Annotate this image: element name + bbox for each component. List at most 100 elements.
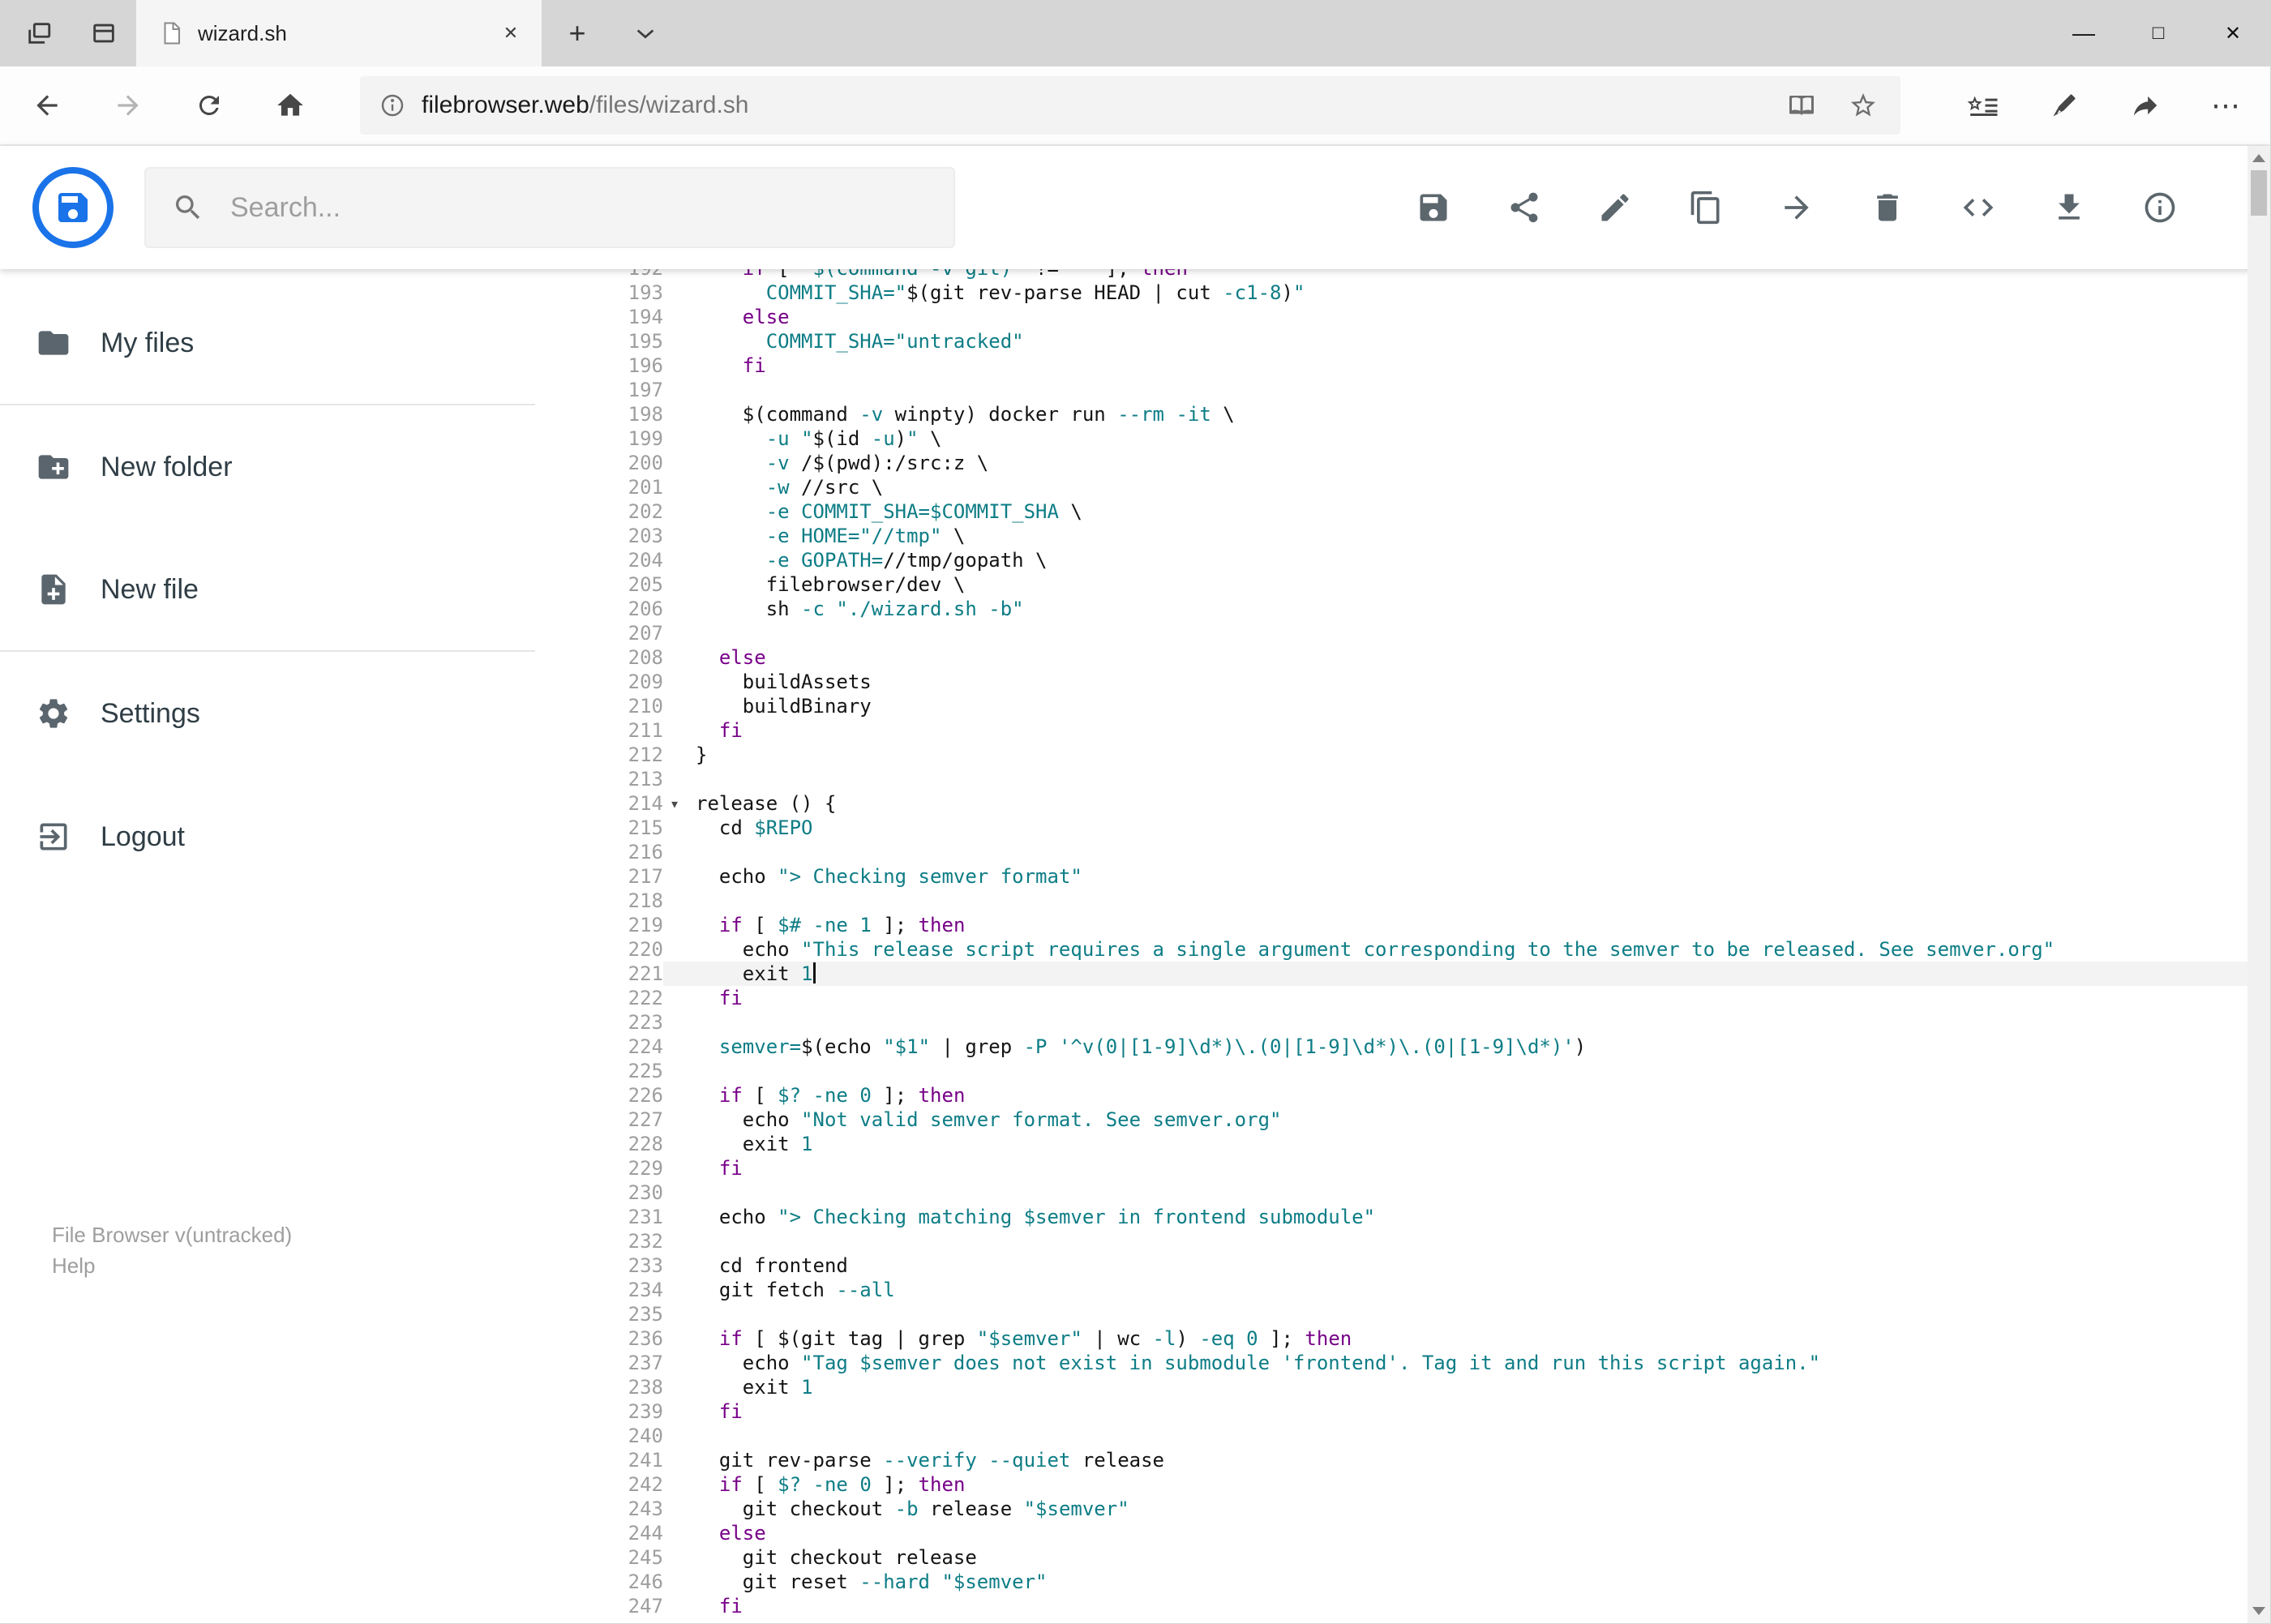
web-notes-button[interactable]: [2024, 66, 2105, 144]
code-line[interactable]: 210 buildBinary: [535, 694, 2247, 718]
sidebar-item-settings[interactable]: Settings: [0, 652, 535, 775]
code-line[interactable]: 218: [535, 889, 2247, 913]
code-line[interactable]: 242 if [ $? -ne 0 ]; then: [535, 1472, 2247, 1497]
code-line[interactable]: 240: [535, 1424, 2247, 1448]
code-line[interactable]: 229 fi: [535, 1156, 2247, 1181]
code-line[interactable]: 238 exit 1: [535, 1375, 2247, 1399]
scrollbar-thumb[interactable]: [2251, 170, 2267, 216]
home-button[interactable]: [250, 66, 331, 144]
code-line[interactable]: 203 -e HOME="//tmp" \: [535, 524, 2247, 548]
code-line[interactable]: 230: [535, 1181, 2247, 1205]
code-line[interactable]: 234 git fetch --all: [535, 1278, 2247, 1302]
code-line[interactable]: 201 -w //src \: [535, 475, 2247, 499]
sidebar-item-my-files[interactable]: My files: [0, 282, 535, 405]
more-menu-button[interactable]: ⋯: [2186, 66, 2267, 144]
code-line[interactable]: 217 echo "> Checking semver format": [535, 864, 2247, 889]
page-scrollbar[interactable]: [2247, 146, 2270, 1623]
code-line[interactable]: 233 cd frontend: [535, 1253, 2247, 1278]
refresh-button[interactable]: [169, 66, 250, 144]
code-line[interactable]: 236 if [ $(git tag | grep "$semver" | wc…: [535, 1326, 2247, 1351]
set-tabs-aside-button[interactable]: [6, 0, 71, 66]
code-line[interactable]: 197: [535, 378, 2247, 402]
filebrowser-logo[interactable]: [32, 167, 114, 248]
code-line[interactable]: 211 fi: [535, 718, 2247, 743]
code-line[interactable]: 195 COMMIT_SHA="untracked": [535, 329, 2247, 354]
favorites-hub-button[interactable]: [1943, 66, 2024, 144]
delete-button[interactable]: [1868, 188, 1907, 227]
code-line[interactable]: 205 filebrowser/dev \: [535, 572, 2247, 597]
share-page-button[interactable]: [2105, 66, 2186, 144]
reading-view-button[interactable]: [1771, 76, 1832, 135]
search-input[interactable]: [227, 190, 953, 225]
code-line[interactable]: 222 fi: [535, 986, 2247, 1010]
code-line[interactable]: 193 COMMIT_SHA="$(git rev-parse HEAD | c…: [535, 281, 2247, 305]
code-line[interactable]: 214 ▾ release () {: [535, 791, 2247, 816]
info-button[interactable]: [2140, 188, 2179, 227]
code-line[interactable]: 237 echo "Tag $semver does not exist in …: [535, 1351, 2247, 1375]
sidebar-item-new-file[interactable]: New file: [0, 529, 535, 652]
sidebar-item-new-folder[interactable]: New folder: [0, 405, 535, 529]
code-line[interactable]: 196 fi: [535, 354, 2247, 378]
code-line[interactable]: 241 git rev-parse --verify --quiet relea…: [535, 1448, 2247, 1472]
code-line[interactable]: 199 -u "$(id -u)" \: [535, 426, 2247, 451]
code-button[interactable]: [1959, 188, 1998, 227]
search-bar[interactable]: [144, 167, 955, 248]
code-line[interactable]: 243 git checkout -b release "$semver": [535, 1497, 2247, 1521]
browser-tab[interactable]: wizard.sh ✕: [136, 0, 542, 66]
code-line[interactable]: 232: [535, 1229, 2247, 1253]
code-line[interactable]: 194 else: [535, 305, 2247, 329]
code-line[interactable]: 246 git reset --hard "$semver": [535, 1570, 2247, 1594]
code-line[interactable]: 215 cd $REPO: [535, 816, 2247, 840]
code-line[interactable]: 213: [535, 767, 2247, 791]
copy-button[interactable]: [1686, 188, 1725, 227]
code-line[interactable]: 225: [535, 1059, 2247, 1083]
code-line[interactable]: 202 -e COMMIT_SHA=$COMMIT_SHA \: [535, 499, 2247, 524]
code-line[interactable]: 198 $(command -v winpty) docker run --rm…: [535, 402, 2247, 426]
code-line[interactable]: 207: [535, 621, 2247, 645]
code-line[interactable]: 224 semver=$(echo "$1" | grep -P '^v(0|[…: [535, 1035, 2247, 1059]
minimize-button[interactable]: —: [2046, 0, 2121, 66]
code-editor[interactable]: 192 if [ "$(command -v git)" != "" ]; th…: [535, 269, 2247, 1623]
code-line[interactable]: 239 fi: [535, 1399, 2247, 1424]
scroll-up-arrow[interactable]: [2247, 146, 2270, 170]
back-button[interactable]: [6, 66, 88, 144]
code-line[interactable]: 231 echo "> Checking matching $semver in…: [535, 1205, 2247, 1229]
share-button[interactable]: [1505, 188, 1544, 227]
forward-button[interactable]: [88, 66, 169, 144]
move-button[interactable]: [1777, 188, 1816, 227]
code-line[interactable]: 245 git checkout release: [535, 1545, 2247, 1570]
code-line[interactable]: 212}: [535, 743, 2247, 767]
save-button[interactable]: [1414, 188, 1453, 227]
scroll-down-arrow[interactable]: [2247, 1599, 2270, 1623]
code-line[interactable]: 247 fi: [535, 1594, 2247, 1618]
help-link[interactable]: Help: [52, 1250, 292, 1281]
fold-marker-icon[interactable]: ▾: [663, 791, 696, 816]
code-line[interactable]: 206 sh -c "./wizard.sh -b": [535, 597, 2247, 621]
code-line[interactable]: 228 exit 1: [535, 1132, 2247, 1156]
download-button[interactable]: [2050, 188, 2089, 227]
code-line[interactable]: 200 -v /$(pwd):/src:z \: [535, 451, 2247, 475]
code-line[interactable]: 204 -e GOPATH=//tmp/gopath \: [535, 548, 2247, 572]
code-line[interactable]: 192 if [ "$(command -v git)" != "" ]; th…: [535, 269, 2247, 281]
new-tab-button[interactable]: +: [545, 0, 610, 66]
code-line[interactable]: 223: [535, 1010, 2247, 1035]
address-bar[interactable]: filebrowser.web/files/wizard.sh: [360, 76, 1900, 135]
site-info-icon[interactable]: [379, 92, 405, 118]
code-line[interactable]: 216: [535, 840, 2247, 864]
code-line[interactable]: 209 buildAssets: [535, 670, 2247, 694]
tab-close-icon[interactable]: ✕: [490, 12, 532, 54]
sidebar-item-logout[interactable]: Logout: [0, 775, 535, 898]
tab-preview-toggle[interactable]: [613, 0, 678, 66]
close-button[interactable]: ✕: [2196, 0, 2270, 66]
code-line[interactable]: 244 else: [535, 1521, 2247, 1545]
code-line[interactable]: 221 exit 1: [535, 962, 2247, 986]
code-line[interactable]: 227 echo "Not valid semver format. See s…: [535, 1108, 2247, 1132]
code-line[interactable]: 219 if [ $# -ne 1 ]; then: [535, 913, 2247, 937]
code-line[interactable]: 220 echo "This release script requires a…: [535, 937, 2247, 962]
tabs-aside-list-button[interactable]: [71, 0, 136, 66]
rename-button[interactable]: [1596, 188, 1635, 227]
maximize-button[interactable]: □: [2121, 0, 2196, 66]
code-line[interactable]: 208 else: [535, 645, 2247, 670]
favorite-star-button[interactable]: [1832, 76, 1894, 135]
code-line[interactable]: 226 if [ $? -ne 0 ]; then: [535, 1083, 2247, 1108]
